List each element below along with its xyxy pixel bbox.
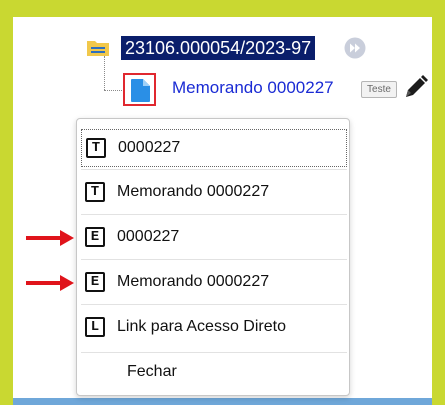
close-menu-button[interactable]: Fechar [127, 363, 177, 381]
teste-badge: Teste [361, 81, 397, 98]
tree-connector-vertical [104, 56, 105, 90]
tree-connector-horizontal [104, 90, 122, 91]
menu-item-copy-text-name[interactable]: T Memorando 0000227 [81, 173, 347, 211]
menu-item-copy-editor-name[interactable]: E Memorando 0000227 [81, 263, 347, 301]
key-l-icon: L [85, 317, 105, 337]
document-icon-button[interactable] [123, 73, 156, 106]
forward-circle-icon[interactable] [344, 37, 366, 59]
context-menu: T 0000227 T Memorando 0000227 E 0000227 … [76, 118, 350, 396]
menu-item-label: Link para Acesso Direto [117, 318, 286, 335]
bottom-rule [13, 398, 432, 405]
pen-icon[interactable] [403, 74, 429, 100]
process-number-link[interactable]: 23106.000054/2023-97 [121, 36, 316, 60]
menu-separator [81, 304, 347, 305]
document-icon [131, 79, 150, 102]
page-side-strip [432, 17, 445, 405]
menu-separator [81, 259, 347, 260]
red-arrow-icon [26, 230, 74, 246]
menu-item-label: Memorando 0000227 [117, 183, 270, 200]
key-t-icon: T [86, 138, 106, 158]
key-e-icon: E [85, 227, 105, 247]
menu-item-direct-link[interactable]: L Link para Acesso Direto [81, 308, 347, 346]
menu-item-label: Memorando 0000227 [117, 273, 270, 290]
key-t-icon: T [85, 182, 105, 202]
menu-item-label: 0000227 [117, 228, 180, 245]
menu-item-copy-text-number[interactable]: T 0000227 [81, 129, 347, 167]
folder-icon[interactable] [86, 38, 110, 57]
menu-item-copy-editor-number[interactable]: E 0000227 [81, 218, 347, 256]
key-e-icon: E [85, 272, 105, 292]
menu-separator [81, 214, 347, 215]
menu-item-label: 0000227 [118, 139, 181, 156]
document-link[interactable]: Memorando 0000227 [172, 78, 334, 98]
menu-separator [81, 169, 347, 170]
red-arrow-icon [26, 275, 74, 291]
menu-separator [81, 352, 347, 353]
